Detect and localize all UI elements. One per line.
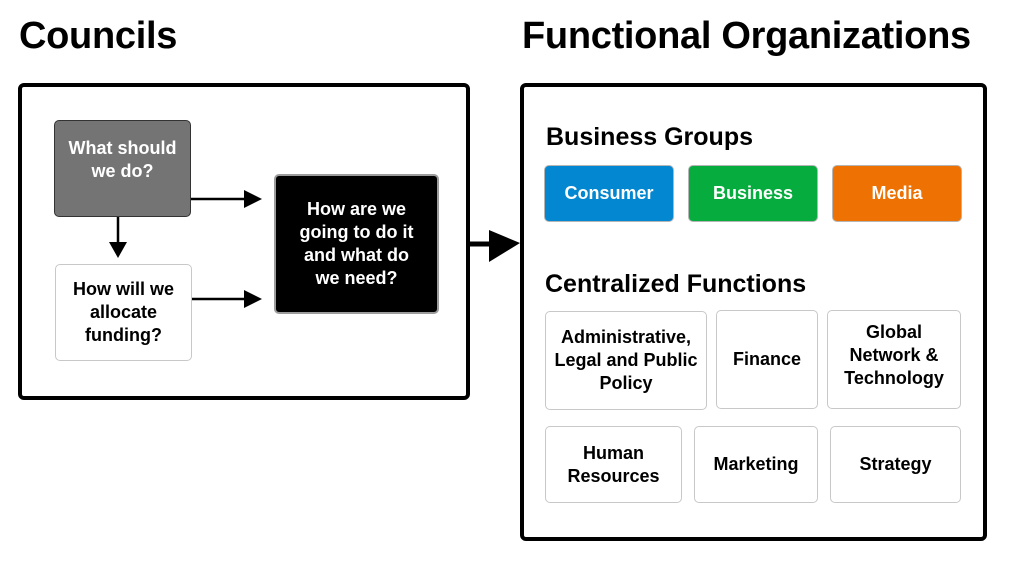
arrow-what-to-how: [191, 190, 262, 208]
arrow-what-to-funding: [109, 217, 127, 258]
arrow-funding-to-how: [192, 290, 262, 308]
arrow-councils-to-functional: [470, 230, 520, 262]
connector-arrows: [109, 190, 520, 308]
